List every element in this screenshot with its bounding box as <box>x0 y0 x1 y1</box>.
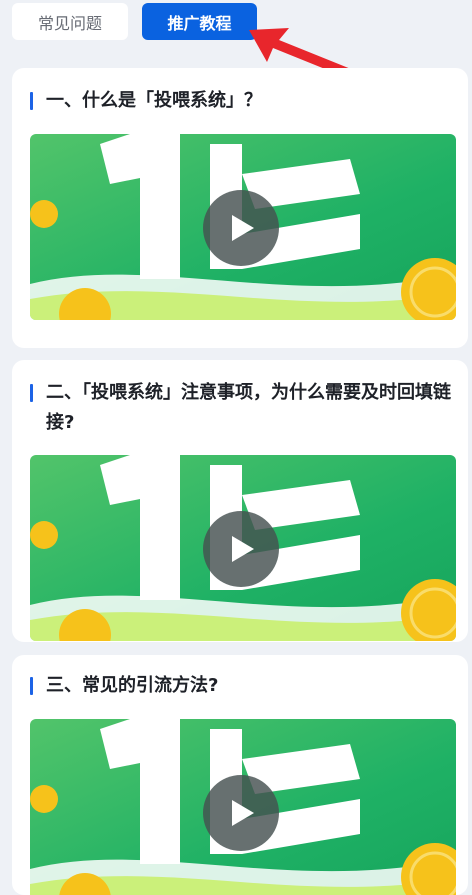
tab-faq[interactable]: 常见问题 <box>12 3 128 40</box>
play-button[interactable] <box>203 511 279 587</box>
tutorial-card[interactable]: 二、「投喂系统」注意事项，为什么需要及时回填链接? <box>12 360 468 642</box>
play-icon <box>232 800 254 826</box>
tab-tutorial[interactable]: 推广教程 <box>142 3 257 40</box>
title-accent-bar <box>30 384 33 402</box>
play-icon <box>232 215 254 241</box>
card-title: 二、「投喂系统」注意事项，为什么需要及时回填链接? <box>30 378 456 438</box>
title-accent-bar <box>30 92 33 110</box>
play-button[interactable] <box>203 190 279 266</box>
card-title: 一、什么是「投喂系统」？ <box>30 86 456 116</box>
video-thumbnail[interactable] <box>30 134 456 320</box>
play-button[interactable] <box>203 775 279 851</box>
card-title-text: 一、什么是「投喂系统」？ <box>46 90 262 111</box>
tutorial-card[interactable]: 三、常见的引流方法? <box>12 655 468 895</box>
card-title-text: 二、「投喂系统」注意事项，为什么需要及时回填链接? <box>46 382 451 433</box>
tutorial-card[interactable]: 一、什么是「投喂系统」？ <box>12 68 468 348</box>
video-thumbnail[interactable] <box>30 455 456 641</box>
title-accent-bar <box>30 677 33 695</box>
card-title: 三、常见的引流方法? <box>30 671 456 701</box>
play-icon <box>232 536 254 562</box>
video-thumbnail[interactable] <box>30 719 456 895</box>
card-title-text: 三、常见的引流方法? <box>46 675 219 696</box>
